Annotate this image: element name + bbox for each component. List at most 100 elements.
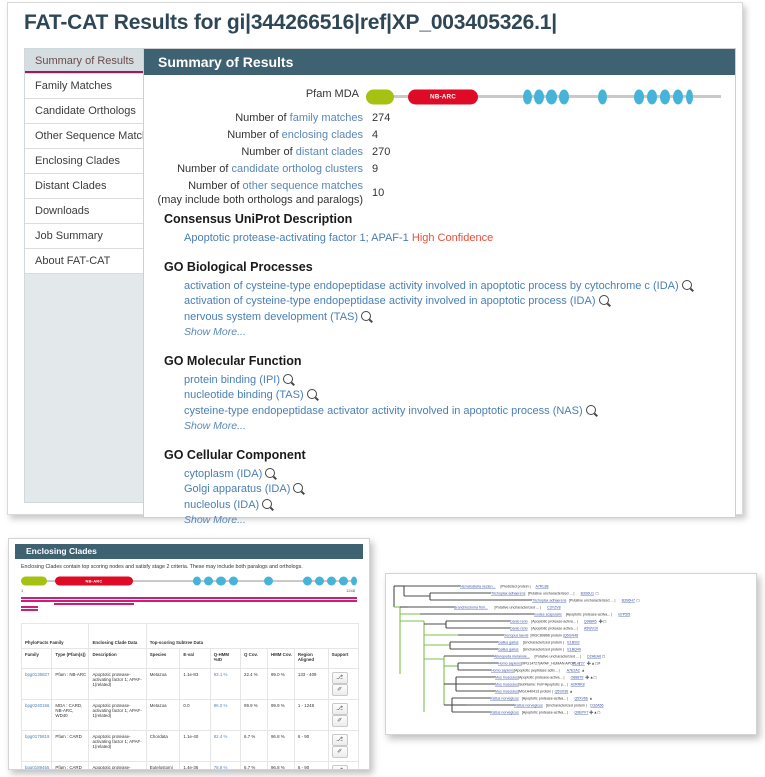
leaf-accession-link[interactable]: B7P5I5 bbox=[618, 612, 630, 616]
column-header-e-val[interactable]: E-val bbox=[179, 648, 211, 669]
column-header-q-hmm-id[interactable]: Q-HMM %ID bbox=[209, 648, 242, 669]
show-more-link[interactable]: Show More... bbox=[164, 419, 724, 435]
column-header-hmm-cov[interactable]: HMM Cov. bbox=[266, 648, 295, 669]
leaf-species-link[interactable]: Danio rerio bbox=[510, 626, 528, 630]
sidebar-item-downloads[interactable]: Downloads bbox=[25, 199, 151, 224]
term-link[interactable]: activation of cysteine-type endopeptidas… bbox=[184, 280, 679, 292]
leaf-accession-link[interactable]: E1BSI3 bbox=[567, 640, 579, 644]
column-header-description[interactable]: Description bbox=[88, 648, 147, 669]
column-header-q-cov[interactable]: Q Cov. bbox=[240, 648, 268, 669]
leaf-accession-link[interactable]: B3S6U1 bbox=[581, 591, 594, 595]
mda-domain-wd40[interactable] bbox=[686, 89, 693, 104]
leaf-species-link[interactable]: Mus musculus bbox=[495, 675, 518, 679]
magnifier-icon[interactable] bbox=[262, 498, 273, 509]
cell-qhmm-pid[interactable]: 78.8 % bbox=[209, 761, 242, 769]
leaf-species-link[interactable]: Xenopus laevis bbox=[504, 633, 529, 637]
mda-domain-wd40[interactable] bbox=[327, 576, 336, 586]
sidebar-item-enclosing-clades[interactable]: Enclosing Clades bbox=[25, 149, 151, 174]
leaf-species-link[interactable]: Mus musculus bbox=[495, 682, 518, 686]
pencil-icon[interactable]: ✐ bbox=[331, 684, 348, 696]
column-header-support[interactable]: Support bbox=[327, 648, 360, 669]
mda-domain-wd40[interactable] bbox=[339, 576, 348, 586]
mda-domain-unnamed[interactable] bbox=[366, 89, 394, 104]
sidebar-item-candidate-orthologs[interactable]: Candidate Orthologs bbox=[25, 99, 151, 124]
term-link[interactable]: cysteine-type endopeptidase activator ac… bbox=[184, 405, 583, 417]
magnifier-icon[interactable] bbox=[283, 373, 293, 384]
pencil-icon[interactable]: ✐ bbox=[331, 715, 348, 727]
leaf-accession-link[interactable]: D3ZA56 bbox=[590, 703, 603, 707]
leaf-species-link[interactable]: Rattus norvegicus bbox=[490, 696, 519, 700]
column-header-region-aligned[interactable]: Region Aligned bbox=[293, 648, 329, 669]
cell-family[interactable]: bpg0175819 bbox=[20, 730, 53, 762]
leaf-accession-link[interactable]: Q5SX36 bbox=[555, 689, 569, 693]
leaf-species-link[interactable]: Trichoplax adhaerens bbox=[532, 598, 567, 602]
magnifier-icon[interactable] bbox=[361, 310, 372, 321]
leaf-accession-link[interactable]: A5WV10 bbox=[584, 626, 598, 630]
sidebar-item-other-sequence-matches[interactable]: Other Sequence Matches bbox=[25, 124, 160, 149]
cell-qhmm-pid[interactable]: 93.1 % bbox=[209, 668, 242, 700]
mda-domain-wd40[interactable] bbox=[523, 89, 532, 104]
stat-label-link[interactable]: distant clades bbox=[296, 146, 363, 158]
cell-qhmm-pid[interactable]: 82.4 % bbox=[209, 730, 242, 762]
column-header-type-pfam-s[interactable]: Type (Pfam(s)) bbox=[51, 648, 90, 669]
sidebar-item-family-matches[interactable]: Family Matches bbox=[25, 74, 151, 99]
cell-qhmm-pid[interactable]: 96.0 % bbox=[209, 699, 242, 731]
cell-family[interactable]: bpg0240156 bbox=[20, 699, 53, 731]
mda-domain-wd40[interactable] bbox=[647, 89, 657, 104]
mda-domain-wd40[interactable] bbox=[264, 576, 273, 586]
leaf-species-link[interactable]: Nematostella vecten... bbox=[460, 584, 496, 588]
magnifier-icon[interactable] bbox=[598, 295, 609, 305]
mda-domain-wd40[interactable] bbox=[559, 89, 569, 104]
mda-domain-wd40[interactable] bbox=[351, 576, 357, 586]
leaf-accession-link[interactable]: Q98845 bbox=[584, 619, 597, 623]
show-more-link[interactable]: Show More... bbox=[164, 513, 724, 529]
term-link[interactable]: Apoptotic protease-activating factor 1; … bbox=[184, 232, 409, 244]
mda-domain-card[interactable] bbox=[21, 576, 47, 586]
tree-icon[interactable]: ⎇ bbox=[331, 765, 348, 769]
leaf-species-link[interactable]: Homo sapiens bbox=[491, 668, 514, 672]
mda-domain-wd40[interactable] bbox=[229, 576, 238, 586]
leaf-species-link[interactable]: Danio rerio bbox=[510, 619, 528, 623]
leaf-accession-link[interactable]: D2HEA6 bbox=[587, 654, 601, 658]
stat-label-link[interactable]: enclosing clades bbox=[282, 129, 363, 141]
magnifier-icon[interactable] bbox=[306, 389, 317, 399]
leaf-accession-link[interactable]: E1BQ49 bbox=[567, 647, 581, 651]
term-link[interactable]: Golgi apparatus (IDA) bbox=[184, 483, 290, 495]
sidebar-item-about-fat-cat[interactable]: About FAT-CAT bbox=[25, 249, 151, 274]
leaf-species-link[interactable]: Rattus norvegicus bbox=[514, 703, 543, 707]
leaf-accession-link[interactable]: B3S6H7 bbox=[622, 598, 635, 602]
leaf-species-link[interactable]: Mus musculus bbox=[495, 689, 518, 693]
leaf-accession-link[interactable]: Q5XV66 bbox=[574, 696, 588, 700]
leaf-accession-link[interactable]: A2RRK8 bbox=[571, 682, 585, 686]
column-header-family[interactable]: Family bbox=[20, 648, 53, 669]
leaf-species-link[interactable]: Branchiostoma flori... bbox=[454, 605, 488, 609]
leaf-species-link[interactable]: Ixodes scapularis bbox=[534, 612, 562, 616]
term-link[interactable]: activation of cysteine-type endopeptidas… bbox=[184, 295, 596, 307]
leaf-species-link[interactable]: Homo sapiens bbox=[498, 661, 521, 665]
leaf-accession-link[interactable]: O88879 bbox=[571, 675, 584, 679]
mda-domain-wd40[interactable] bbox=[193, 576, 201, 586]
stat-label-link[interactable]: family matches bbox=[290, 112, 363, 124]
show-more-link[interactable]: Show More... bbox=[164, 325, 724, 341]
magnifier-icon[interactable] bbox=[293, 483, 304, 493]
sidebar-item-summary-of-results[interactable]: Summary of Results bbox=[25, 49, 151, 74]
leaf-accession-link[interactable]: A7E2A2 bbox=[567, 668, 580, 672]
cell-family[interactable]: bpg0135827 bbox=[20, 668, 53, 700]
mda-domain-wd40[interactable] bbox=[634, 89, 644, 104]
magnifier-icon[interactable] bbox=[585, 404, 596, 415]
leaf-accession-link[interactable]: O14727 bbox=[572, 661, 585, 665]
term-link[interactable]: protein binding (IPI) bbox=[184, 374, 280, 386]
stat-label-link[interactable]: other sequence matches bbox=[243, 180, 363, 192]
term-link[interactable]: nervous system development (TAS) bbox=[184, 311, 358, 323]
stat-label-link[interactable]: candidate ortholog clusters bbox=[232, 163, 363, 175]
mda-domain-wd40[interactable] bbox=[673, 89, 683, 104]
magnifier-icon[interactable] bbox=[265, 467, 276, 478]
term-link[interactable]: nucleotide binding (TAS) bbox=[184, 389, 304, 401]
leaf-species-link[interactable]: Rattus norvegicus bbox=[490, 710, 519, 714]
leaf-accession-link[interactable]: C3YZV8 bbox=[547, 605, 561, 609]
term-link[interactable]: cytoplasm (IDA) bbox=[184, 468, 262, 480]
leaf-accession-link[interactable]: A7RL88 bbox=[536, 584, 549, 588]
mda-domain-wd40[interactable] bbox=[303, 576, 312, 586]
tree-icon[interactable]: ⎇ bbox=[331, 734, 348, 746]
mda-domain-nb-arc[interactable]: NB-ARC bbox=[55, 576, 133, 586]
